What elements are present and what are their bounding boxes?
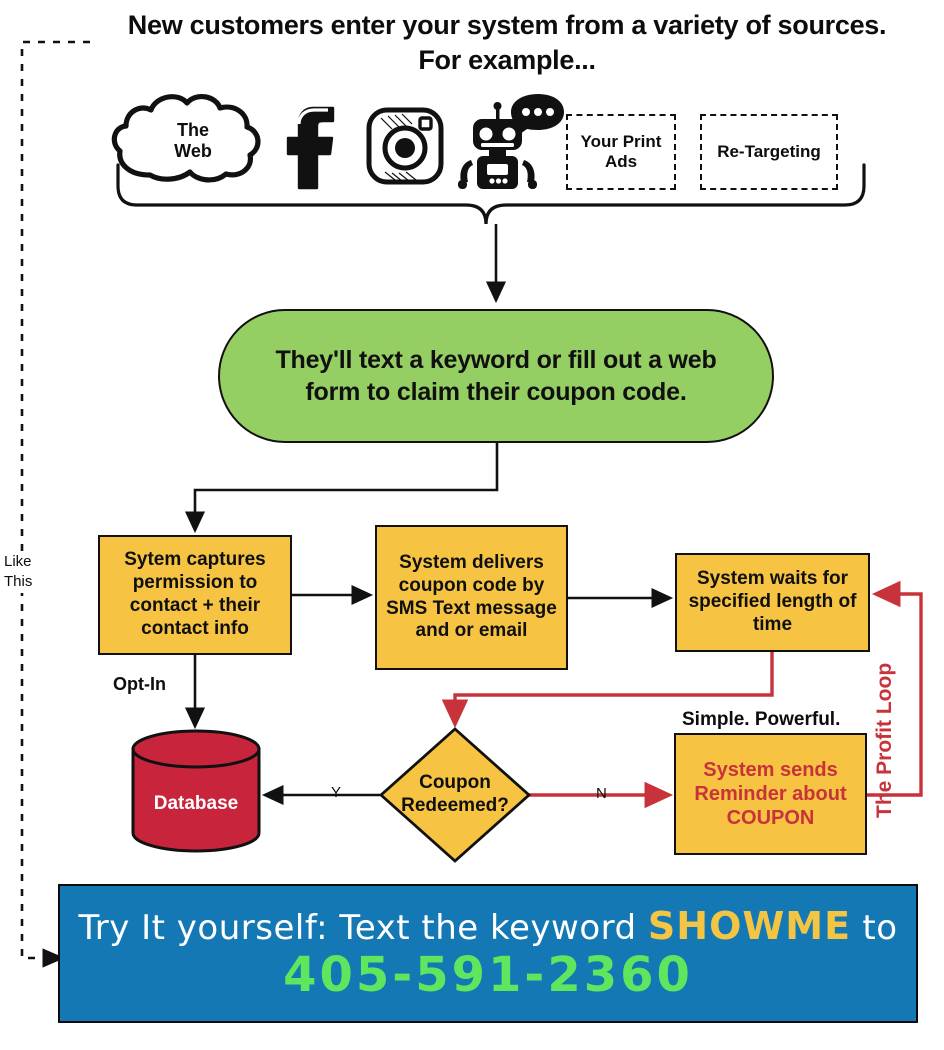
facebook-icon (286, 106, 335, 190)
profit-loop-label: The Profit Loop (873, 662, 896, 818)
instagram-icon (366, 107, 444, 185)
process-box-capture: Sytem captures permission to contact + t… (98, 535, 292, 655)
edge-label-yes: Y (331, 784, 342, 801)
cloud-label-line2: Web (174, 140, 212, 161)
cta-text-before: Try It yourself: Text the keyword (78, 908, 648, 949)
green-step-text: They'll text a keyword or fill out a web… (275, 345, 717, 407)
process-box-deliver-text: System delivers coupon code by SMS Text … (386, 551, 557, 642)
database-node: Database (133, 731, 259, 851)
edge-label-no: N (596, 785, 607, 802)
decision-diamond-text: Coupon Redeemed? (401, 772, 509, 816)
source-re-targeting-label: Re-Targeting (717, 141, 821, 161)
database-label: Database (153, 793, 239, 814)
green-to-capture-connector (184, 443, 499, 534)
cta-line-1: Try It yourself: Text the keyword SHOWME… (78, 906, 897, 948)
like-this-label: Like This (4, 552, 48, 593)
green-step-box: They'll text a keyword or fill out a web… (218, 309, 774, 443)
source-print-ads: Your Print Ads (566, 114, 676, 190)
process-box-reminder-text: System sends Reminder about COUPON (694, 759, 847, 829)
process-box-reminder: System sends Reminder about COUPON (674, 733, 867, 855)
cloud-label-line1: The (176, 120, 209, 140)
opt-in-label: Opt-In (113, 674, 166, 694)
simple-powerful-label: Simple. Powerful. (682, 709, 841, 730)
process-box-wait-text: System waits for specified length of tim… (688, 568, 857, 635)
process-box-capture-text: Sytem captures permission to contact + t… (124, 549, 266, 639)
page-title: New customers enter your system from a v… (127, 10, 887, 75)
cta-phone-number: 405-591-2360 (283, 947, 693, 1004)
cta-text-after: to (851, 908, 898, 949)
flowchart-canvas: New customers enter your system from a v… (0, 0, 944, 1050)
process-box-deliver: System delivers coupon code by SMS Text … (375, 525, 568, 670)
cloud-label: The Web (152, 120, 234, 161)
source-re-targeting: Re-Targeting (700, 114, 838, 190)
decision-diamond: Coupon Redeemed? (381, 729, 529, 861)
cta-keyword: SHOWME (647, 904, 852, 949)
process-box-wait: System waits for specified length of tim… (675, 553, 870, 652)
chatbot-icon (458, 94, 564, 189)
cta-banner[interactable]: Try It yourself: Text the keyword SHOWME… (58, 884, 918, 1023)
like-this-dashed-path (20, 40, 90, 968)
source-print-ads-label: Your Print Ads (580, 131, 662, 171)
